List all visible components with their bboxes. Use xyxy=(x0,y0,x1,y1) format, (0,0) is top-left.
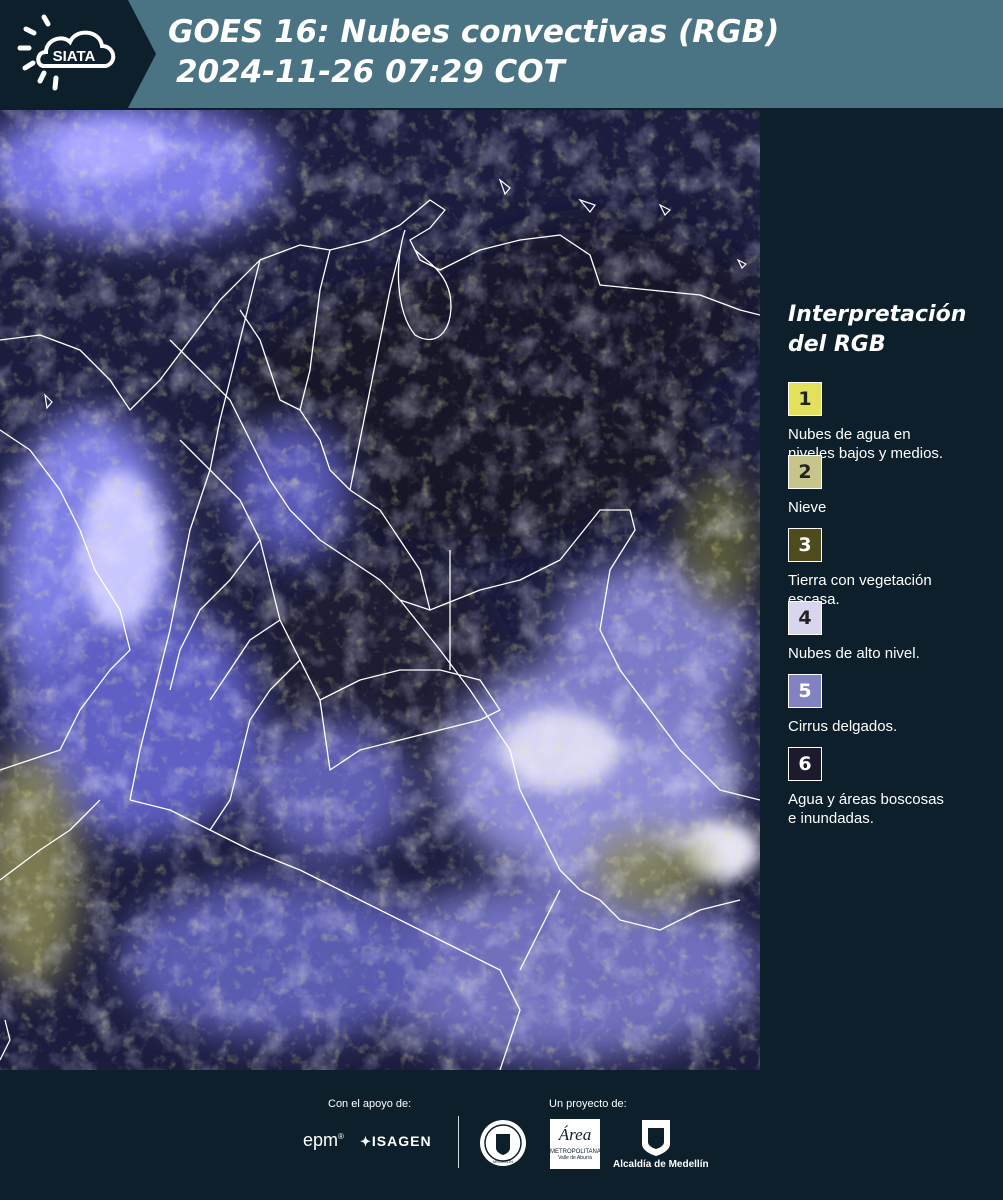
legend-swatch: 3 xyxy=(788,528,822,562)
legend-swatch: 4 xyxy=(788,601,822,635)
rgb-legend: Interpretación del RGB 1 Nubes de agua e… xyxy=(788,300,988,827)
legend-item: 1 Nubes de agua en niveles bajos y medios… xyxy=(788,382,988,462)
legend-title: Interpretación del RGB xyxy=(788,300,988,360)
footer-divider xyxy=(458,1116,459,1168)
satellite-map xyxy=(0,110,760,1070)
epm-logo: epm® xyxy=(303,1130,344,1150)
legend-title-line-2: del RGB xyxy=(788,332,886,357)
legend-item: 4 Nubes de alto nivel. xyxy=(788,601,988,674)
svg-text:MEDELLÍN: MEDELLÍN xyxy=(493,1159,513,1164)
legend-swatch: 6 xyxy=(788,747,822,781)
title-line-2: 2024-11-26 07:29 COT xyxy=(176,54,565,90)
support-label: Con el apoyo de: xyxy=(328,1098,412,1110)
legend-label: Nubes de alto nivel. xyxy=(788,645,920,662)
legend-item: 6 Agua y áreas boscosas e inundadas. xyxy=(788,747,988,827)
title-line-1: GOES 16: Nubes convectivas (RGB) xyxy=(168,14,780,50)
legend-label: Nieve xyxy=(788,499,827,516)
legend-label: Agua y áreas boscosas e inundadas. xyxy=(788,791,944,827)
legend-swatch: 5 xyxy=(788,674,822,708)
legend-swatch: 1 xyxy=(788,382,822,416)
legend-item: 2 Nieve xyxy=(788,455,988,528)
legend-item: 5 Cirrus delgados. xyxy=(788,674,988,747)
header: SIATA GOES 16: Nubes convectivas (RGB) 2… xyxy=(0,0,1003,108)
legend-item: 3 Tierra con vegetación escasa. xyxy=(788,528,988,608)
isagen-logo: ✦ISAGEN xyxy=(360,1133,432,1149)
legend-swatch: 2 xyxy=(788,455,822,489)
page-title: GOES 16: Nubes convectivas (RGB) 2024-11… xyxy=(168,12,779,92)
alcaldia-logo-text: Alcaldía de Medellín xyxy=(613,1159,709,1170)
medellin-seal-logo: MEDELLÍN xyxy=(480,1120,526,1166)
alcaldia-shield-icon xyxy=(642,1120,670,1156)
siata-logo: SIATA xyxy=(0,0,156,108)
legend-title-line-1: Interpretación xyxy=(788,302,967,327)
siata-logo-text: SIATA xyxy=(53,48,96,65)
footer: Con el apoyo de: Un proyecto de: epm® ✦I… xyxy=(0,1072,1003,1200)
legend-label: Cirrus delgados. xyxy=(788,718,898,735)
project-label: Un proyecto de: xyxy=(549,1098,627,1110)
legend-items: 1 Nubes de agua en niveles bajos y medios… xyxy=(788,382,988,827)
area-metropolitana-logo: Área METROPOLITANA Valle de Aburrá xyxy=(550,1119,601,1169)
